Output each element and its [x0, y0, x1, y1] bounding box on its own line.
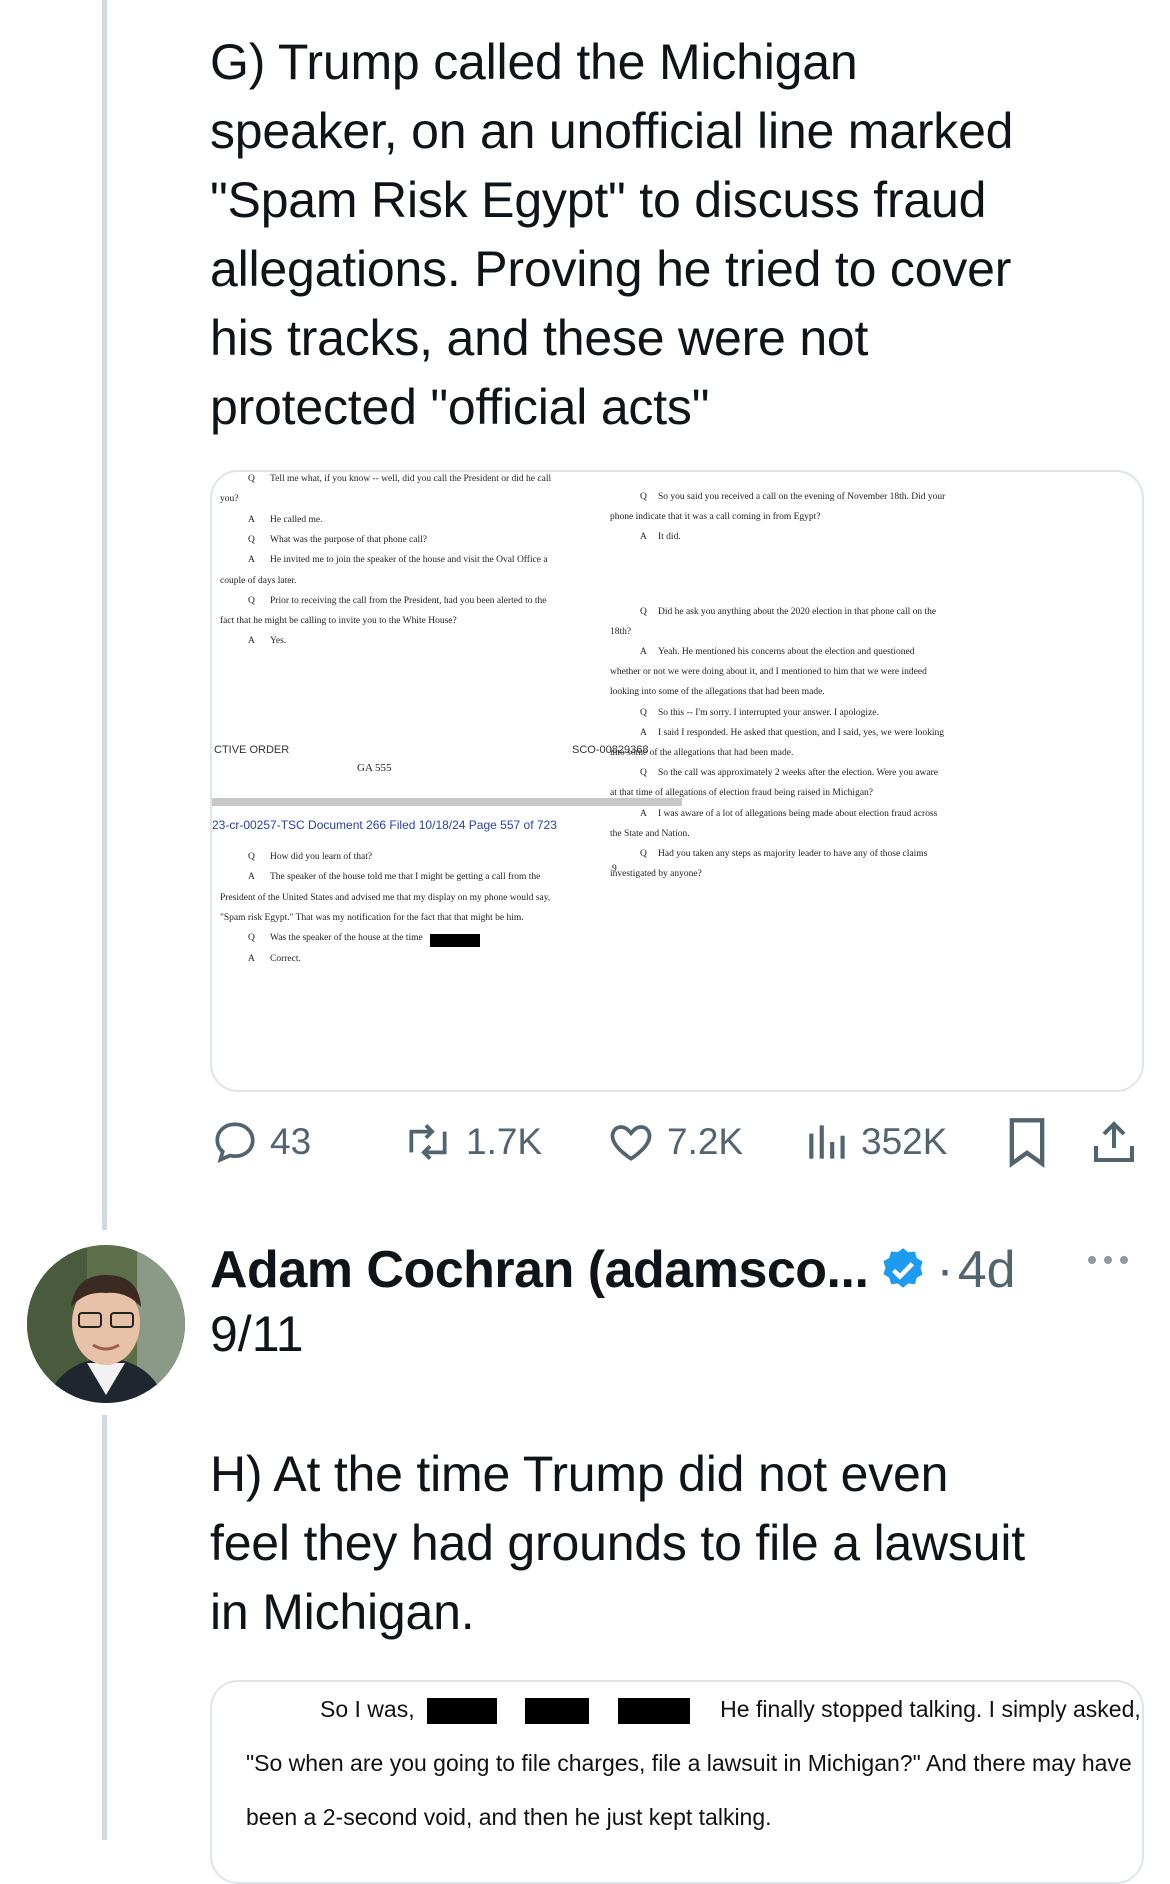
tweet-actions: 43 1.7K 7.2K 352K [210, 1112, 1150, 1172]
document-image[interactable]: Q Tell me what, if you know -- well, did … [210, 470, 1144, 1092]
more-icon [1086, 1256, 1130, 1274]
doc-line: He called me. [270, 514, 323, 525]
doc-qa-marker: A [248, 872, 255, 883]
author-name[interactable]: Adam Cochran (adamsco... [210, 1240, 869, 1300]
doc-qa-marker: A [640, 532, 647, 543]
doc-line: Was the speaker of the house at the time [270, 933, 423, 944]
doc-line: phone indicate that it was a call coming… [610, 512, 821, 523]
doc-line: I was aware of a lot of allegations bein… [658, 808, 938, 819]
doc-divider [212, 798, 682, 806]
retweet-icon [400, 1117, 456, 1167]
doc-qa-marker: Q [640, 707, 647, 718]
avatar[interactable] [27, 1245, 185, 1403]
thread-line-bottom [102, 1415, 107, 1840]
doc2-line-2: "So when are you going to file charges, … [246, 1750, 1132, 1776]
redaction [525, 1697, 590, 1724]
doc-line: into some of the allegations that had be… [610, 748, 794, 758]
redaction [430, 934, 480, 948]
doc2-line-1-end: He finally stopped talking. I simply ask… [720, 1696, 1141, 1722]
doc-footer-left: CTIVE ORDER [214, 744, 290, 756]
doc-qa-marker: Q [248, 474, 255, 484]
doc-line: Had you taken any steps as majority lead… [658, 849, 928, 859]
doc-qa-marker: Q [640, 768, 647, 779]
reply-count: 43 [270, 1121, 312, 1162]
author-row: Adam Cochran (adamsco... · 4d [210, 1235, 1130, 1305]
doc-line: you? [220, 494, 239, 505]
doc-line: How did you learn of that? [270, 852, 373, 862]
doc-line: The speaker of the house told me that I … [270, 872, 541, 883]
reply-icon [210, 1117, 260, 1167]
doc-line: the State and Nation. [610, 828, 690, 839]
doc-line: President of the United States and advis… [220, 892, 551, 903]
doc-qa-marker: Q [248, 933, 255, 944]
doc-qa-marker: Q [248, 534, 255, 545]
doc-line: Did he ask you anything about the 2020 e… [658, 606, 937, 617]
doc-qa-marker: A [640, 727, 647, 738]
doc-line: looking into some of the allegations tha… [610, 687, 825, 698]
redaction [427, 1697, 497, 1724]
doc-line: Prior to receiving the call from the Pre… [270, 595, 547, 606]
doc-line: fact that he might be calling to invite … [220, 616, 457, 627]
like-icon [605, 1117, 657, 1167]
doc-line: whether or not we were doing about it, a… [610, 667, 927, 678]
doc-line: Yes. [270, 636, 287, 647]
doc-qa-marker: A [248, 953, 255, 964]
tweet-time[interactable]: 4d [958, 1240, 1016, 1300]
doc-line: So this -- I'm sorry. I interrupted your… [658, 707, 879, 718]
doc-qa-marker: Q [248, 852, 255, 862]
doc-line: What was the purpose of that phone call? [270, 534, 427, 545]
reply-button[interactable]: 43 [210, 1112, 311, 1172]
doc-line: Correct. [270, 953, 301, 964]
views-count: 352K [861, 1121, 948, 1162]
doc-line: It did. [658, 532, 681, 543]
doc-line: 18th? [610, 626, 632, 637]
doc-line: He invited me to join the speaker of the… [270, 555, 548, 566]
like-button[interactable]: 7.2K [605, 1112, 743, 1172]
doc-qa-marker: A [640, 808, 647, 819]
share-icon [1090, 1116, 1138, 1168]
retweet-button[interactable]: 1.7K [400, 1112, 542, 1172]
thread-count: 9/11 [210, 1306, 304, 1362]
tweet-dot: · [936, 1241, 954, 1299]
doc-qa-marker: A [248, 514, 255, 525]
doc-qa-marker: Q [640, 606, 647, 617]
redaction [617, 1697, 690, 1724]
doc-line: investigated by anyone? [610, 869, 702, 880]
doc-qa-marker: Q [640, 849, 647, 859]
doc-qa-marker: Q [248, 595, 255, 606]
verified-badge-icon [878, 1245, 928, 1295]
doc-line: "Spam risk Egypt." That was my notificat… [220, 912, 524, 923]
tweet-text-2: H) At the time Trump did not even feel t… [210, 1446, 1025, 1640]
doc-line: Tell me what, if you know -- well, did y… [270, 474, 552, 484]
doc-filing-header: 23-cr-00257-TSC Document 266 Filed 10/18… [212, 818, 557, 832]
bookmark-button[interactable] [1005, 1112, 1049, 1172]
like-count: 7.2K [667, 1121, 744, 1162]
share-button[interactable] [1090, 1112, 1138, 1172]
thread-line-top [102, 0, 107, 1230]
doc-qa-marker: Q [640, 492, 647, 502]
retweet-count: 1.7K [466, 1121, 543, 1162]
tweet-text: G) Trump called the Michigan speaker, on… [210, 34, 1014, 435]
doc-footer-mid: GA 555 [357, 762, 392, 774]
doc-line: Yeah. He mentioned his concerns about th… [658, 647, 915, 657]
doc-qa-marker: A [640, 647, 647, 657]
doc-qa-marker: A [248, 636, 255, 647]
doc-line: So you said you received a call on the e… [658, 492, 946, 502]
doc-line: couple of days later. [220, 575, 297, 586]
doc-qa-marker: A [248, 555, 255, 566]
doc-line: at that time of allegations of election … [610, 788, 874, 799]
views-button[interactable]: 352K [805, 1112, 947, 1172]
more-button[interactable] [1086, 1250, 1130, 1275]
doc2-line-1: So I was, He finally stopped talking. I … [320, 1696, 1141, 1724]
doc2-line-1-start: So I was, [320, 1696, 415, 1722]
views-icon [805, 1117, 851, 1167]
doc-line: So the call was approximately 2 weeks af… [658, 768, 938, 779]
document-image-2[interactable]: So I was, He finally stopped talking. I … [210, 1680, 1144, 1884]
bookmark-icon [1005, 1116, 1049, 1168]
doc-line: I said I responded. He asked that questi… [658, 727, 944, 738]
doc2-line-3: been a 2-second void, and then he just k… [246, 1804, 772, 1830]
